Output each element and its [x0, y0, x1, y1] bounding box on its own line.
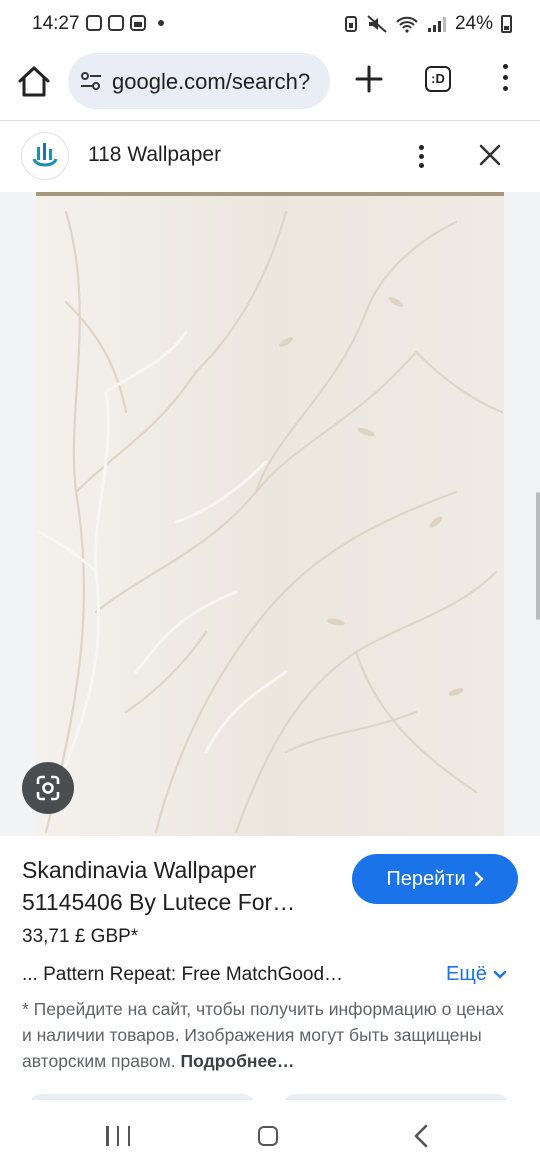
branch-pattern — [36, 192, 504, 836]
lens-icon — [36, 775, 60, 801]
battery-saver-icon — [344, 16, 357, 32]
new-tab-icon[interactable] — [352, 62, 386, 96]
learn-more-link[interactable]: Подробнее… — [181, 1051, 295, 1071]
battery-icon — [501, 15, 512, 33]
url-text: google.com/search? — [112, 69, 311, 94]
site-logo-icon — [32, 143, 58, 167]
disclaimer: * Перейдите на сайт, чтобы получить инфо… — [22, 996, 508, 1074]
more-label: Ещё — [446, 963, 487, 985]
site-info-icon[interactable] — [80, 71, 102, 91]
back-icon[interactable] — [412, 1124, 430, 1148]
notification-icons — [86, 15, 164, 31]
gallery-icon — [130, 15, 146, 31]
status-time: 14:27 — [32, 13, 80, 34]
close-icon[interactable] — [476, 141, 504, 169]
result-info: Skandinavia Wallpaper 51145406 By Lutece… — [0, 836, 540, 1114]
mute-icon — [367, 15, 387, 33]
result-image[interactable] — [36, 192, 504, 836]
address-bar[interactable]: google.com/search? — [68, 53, 330, 109]
site-name[interactable]: 118 Wallpaper — [88, 143, 221, 167]
lens-search-button[interactable] — [22, 762, 74, 814]
tab-switcher-button[interactable]: :D — [425, 66, 451, 92]
signal-icon — [427, 17, 446, 32]
home-icon[interactable] — [16, 64, 52, 100]
instagram-icon — [108, 15, 124, 31]
instagram-icon — [86, 15, 102, 31]
scrollbar[interactable] — [536, 492, 540, 620]
browser-toolbar: google.com/search? :D — [0, 50, 540, 118]
panel-more-icon[interactable] — [414, 145, 428, 171]
more-button[interactable]: Ещё — [446, 963, 507, 986]
recents-button[interactable] — [106, 1126, 130, 1146]
chevron-down-icon — [493, 970, 507, 979]
wifi-icon — [396, 16, 418, 33]
site-logo — [22, 133, 68, 179]
result-price: 33,71 £ GBP* — [22, 926, 139, 947]
chevron-right-icon — [474, 871, 484, 887]
more-notifications-icon — [158, 20, 164, 26]
visit-button[interactable]: Перейти — [352, 854, 518, 904]
result-title[interactable]: Skandinavia Wallpaper 51145406 By Lutece… — [22, 854, 332, 918]
image-panel-header: 118 Wallpaper — [0, 120, 540, 193]
visit-button-label: Перейти — [386, 867, 466, 890]
home-button[interactable] — [258, 1126, 278, 1146]
status-bar: 14:27 24% — [0, 0, 540, 50]
system-nav-bar — [0, 1100, 540, 1170]
result-description: ... Pattern Repeat: Free MatchGood… — [22, 964, 344, 985]
battery-percent: 24% — [454, 13, 493, 34]
browser-menu-icon[interactable] — [498, 64, 512, 98]
image-preview-area — [0, 192, 540, 836]
system-icons: 24% — [343, 13, 512, 35]
